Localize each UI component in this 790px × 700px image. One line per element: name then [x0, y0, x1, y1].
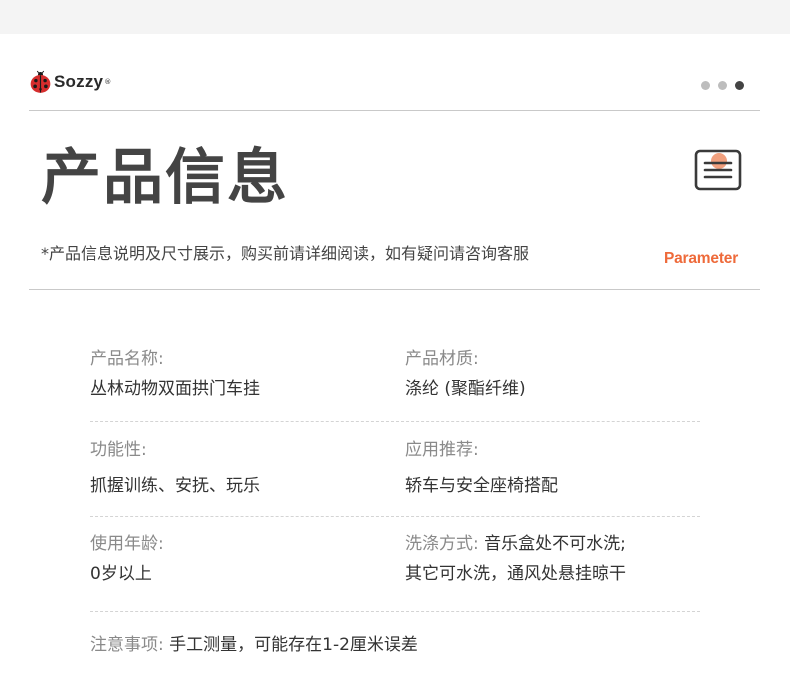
carousel-dot	[701, 81, 710, 90]
info-cell-application: 应用推荐: 轿车与安全座椅搭配	[405, 435, 700, 516]
carousel-dot-active	[735, 81, 744, 90]
product-info-table: 产品名称: 丛林动物双面拱门车挂 产品材质: 涤纶 (聚酯纤维) 功能性: 抓握…	[90, 344, 700, 660]
wash-label: 洗涤方式:	[405, 534, 479, 554]
notes-label: 注意事项:	[90, 635, 164, 655]
material-label: 产品材质:	[405, 349, 479, 369]
application-label: 应用推荐:	[405, 440, 479, 460]
parameter-tag: Parameter	[664, 250, 739, 267]
header-divider-bottom	[29, 289, 760, 290]
wash-value-2: 其它可水洗，通风处悬挂晾干	[405, 564, 626, 584]
info-row: 产品名称: 丛林动物双面拱门车挂 产品材质: 涤纶 (聚酯纤维)	[90, 344, 700, 421]
product-name-label: 产品名称:	[90, 349, 164, 369]
carousel-dot	[718, 81, 727, 90]
age-label: 使用年龄:	[90, 534, 164, 554]
row-divider	[90, 611, 700, 612]
top-band	[0, 0, 790, 34]
info-cell-function: 功能性: 抓握训练、安抚、玩乐	[90, 435, 405, 516]
wash-value-1: 音乐盒处不可水洗;	[478, 534, 626, 554]
product-name-value: 丛林动物双面拱门车挂	[90, 379, 260, 399]
info-cell-age: 使用年龄: 0岁以上	[90, 529, 405, 611]
carousel-dots	[701, 81, 744, 90]
notes-value: 手工测量，可能存在1-2厘米误差	[163, 635, 418, 655]
info-cell-name: 产品名称: 丛林动物双面拱门车挂	[90, 344, 405, 421]
brand-logo: Sozzy ®	[29, 69, 111, 95]
function-label: 功能性:	[90, 440, 147, 460]
info-cell-wash: 洗涤方式: 音乐盒处不可水洗; 其它可水洗，通风处悬挂晾干	[405, 529, 700, 611]
info-row: 使用年龄: 0岁以上 洗涤方式: 音乐盒处不可水洗; 其它可水洗，通风处悬挂晾干	[90, 517, 700, 611]
application-value: 轿车与安全座椅搭配	[405, 476, 558, 496]
header-divider-top	[29, 110, 760, 111]
material-value: 涤纶 (聚酯纤维)	[405, 379, 526, 399]
wash-line-1: 洗涤方式: 音乐盒处不可水洗;	[405, 529, 700, 559]
notes: 注意事项: 手工测量，可能存在1-2厘米误差	[90, 630, 700, 660]
ladybug-icon	[30, 70, 51, 93]
function-value: 抓握训练、安抚、玩乐	[90, 476, 260, 496]
info-row: 功能性: 抓握训练、安抚、玩乐 应用推荐: 轿车与安全座椅搭配	[90, 422, 700, 516]
age-value: 0岁以上	[90, 564, 152, 584]
info-cell-material: 产品材质: 涤纶 (聚酯纤维)	[405, 344, 700, 421]
list-icon	[694, 149, 742, 191]
page-subtitle: *产品信息说明及尺寸展示，购买前请详细阅读，如有疑问请咨询客服	[41, 244, 530, 263]
brand-name: Sozzy	[54, 72, 104, 91]
page-title: 产品信息	[41, 143, 289, 213]
brand-registered-mark: ®	[104, 78, 112, 86]
